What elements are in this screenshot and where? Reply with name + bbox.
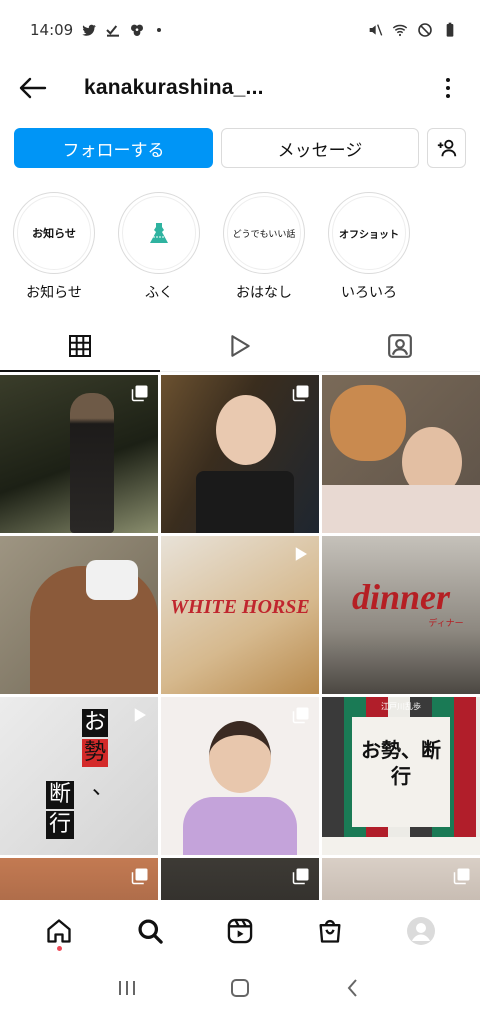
play-icon [231, 334, 250, 357]
highlight-label: ふく [145, 285, 173, 301]
multiple-photos-icon [131, 385, 148, 402]
photo-woman-short-hair [209, 721, 271, 793]
message-button[interactable]: メッセージ [221, 128, 419, 168]
reels-icon [227, 918, 253, 944]
highlight-iroiro[interactable]: オフショット いろいろ [327, 192, 411, 302]
more-notifications-dot [157, 28, 162, 32]
nav-home[interactable] [31, 903, 87, 959]
grid-post[interactable]: お勢、断行 江戸川乱歩 [322, 697, 480, 855]
osei-char-4: 断 [46, 781, 74, 809]
grid-icon [69, 334, 91, 357]
multiple-photos-icon [131, 868, 148, 885]
osei-char-1: お [82, 709, 108, 737]
highlight-oshirase[interactable]: お知らせ お知らせ [12, 192, 96, 302]
photo-woman-gown-night [70, 393, 114, 533]
tab-posts-grid[interactable] [0, 320, 160, 372]
follow-button[interactable]: フォローする [14, 128, 213, 168]
status-bar: 14:09 [0, 0, 480, 60]
arrow-left-icon [19, 77, 47, 99]
highlight-label: おはなし [236, 285, 292, 301]
photo-cat-face [330, 385, 406, 461]
grid-post[interactable] [0, 536, 158, 694]
battery-icon [446, 22, 454, 37]
black-dress [196, 471, 294, 533]
poster-title: お勢、断行 [361, 738, 441, 788]
shopping-bag-icon [319, 919, 341, 943]
tab-tagged[interactable] [320, 320, 480, 371]
osei-char-2: 勢 [82, 739, 108, 767]
nav-reels[interactable] [212, 903, 268, 959]
osei-char-5: 行 [46, 811, 74, 839]
story-highlights: お知らせ お知らせ ふく どうでもいい話 おはなし オフショット いろいろ [12, 192, 411, 302]
notification-dot [57, 946, 63, 951]
nav-shop[interactable] [302, 903, 358, 959]
highlight-cover [122, 196, 196, 270]
highlight-ohanashi[interactable]: どうでもいい話 おはなし [222, 192, 306, 302]
poster-small-text: 江戸川乱歩 [381, 702, 421, 711]
bottom-navigation [0, 900, 480, 962]
grid-post[interactable] [322, 375, 480, 533]
multiple-photos-icon [292, 385, 309, 402]
mute-icon [369, 24, 383, 36]
highlight-label: お知らせ [26, 285, 82, 301]
back-system-icon[interactable] [342, 977, 364, 999]
multiple-photos-icon [292, 707, 309, 724]
highlight-cover: オフショット [332, 196, 406, 270]
photo-woman-smiling [216, 395, 276, 465]
clock: 14:09 [30, 21, 74, 39]
nav-profile[interactable] [393, 903, 449, 959]
do-not-disturb-icon [418, 23, 432, 37]
profile-tabs [0, 320, 480, 372]
nav-search[interactable] [122, 903, 178, 959]
grid-post[interactable] [0, 375, 158, 533]
grid-post[interactable]: dinner ディナー [322, 536, 480, 694]
suggested-users-button[interactable] [427, 128, 466, 168]
face-mask [86, 560, 138, 600]
grid-post[interactable] [161, 375, 319, 533]
dinner-subtitle: ディナー [428, 619, 464, 629]
highlight-cover: お知らせ [17, 196, 91, 270]
highlight-cover: どうでもいい話 [227, 196, 301, 270]
highlight-label: いろいろ [341, 285, 397, 301]
home-icon [47, 919, 71, 943]
profile-header: kanakurashina_... [0, 60, 480, 116]
system-navigation [0, 962, 480, 1013]
avatar [406, 917, 435, 945]
reel-play-icon [295, 547, 307, 561]
multiple-photos-icon [292, 868, 309, 885]
poster-footer [322, 837, 480, 855]
reel-play-icon [134, 708, 146, 722]
tagged-person-icon [388, 333, 412, 358]
add-person-icon [437, 139, 456, 157]
whitehorse-text: WHITE HORSE [170, 596, 310, 618]
grid-post[interactable]: お 勢 、 断 行 [0, 697, 158, 855]
grid-post[interactable] [161, 697, 319, 855]
recent-apps-icon[interactable] [116, 978, 138, 998]
back-button[interactable] [0, 60, 64, 116]
dinner-title: dinner [351, 577, 451, 617]
multiple-photos-icon [453, 868, 470, 885]
osei-char-3: 、 [92, 775, 115, 800]
username: kanakurashina_... [84, 76, 264, 99]
lilac-top [183, 797, 297, 855]
highlight-fuku[interactable]: ふく [117, 192, 201, 302]
more-options-button[interactable] [440, 74, 456, 102]
home-system-icon[interactable] [229, 977, 251, 999]
wifi-icon [392, 24, 408, 37]
search-icon [138, 919, 163, 944]
tab-reels[interactable] [160, 320, 320, 371]
download-check-icon [106, 25, 120, 37]
shirt [322, 485, 480, 533]
grid-post[interactable]: WHITE HORSE [161, 536, 319, 694]
dress-icon [150, 223, 168, 243]
profile-actions: フォローする メッセージ [14, 128, 466, 168]
recycle-icon [131, 24, 144, 36]
twitter-icon [82, 24, 96, 36]
